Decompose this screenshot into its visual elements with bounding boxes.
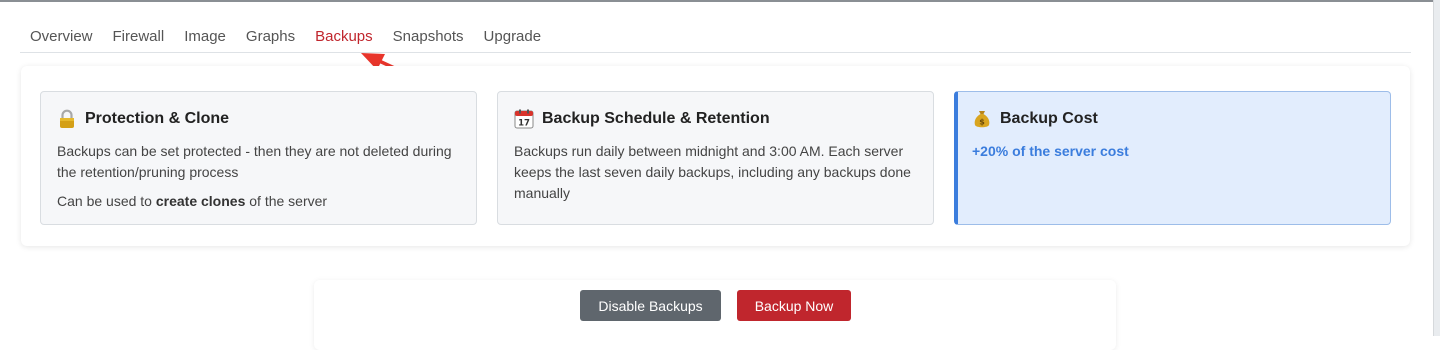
window-top-strip bbox=[0, 0, 1440, 2]
protection-clone-note: Can be used to create clones of the serv… bbox=[57, 191, 460, 212]
lock-icon bbox=[57, 109, 77, 129]
backup-info-panel: Protection & Clone Backups can be set pr… bbox=[21, 66, 1410, 246]
schedule-description: Backups run daily between midnight and 3… bbox=[514, 143, 911, 201]
money-bag-icon: $ bbox=[972, 109, 992, 129]
window-right-edge bbox=[1433, 0, 1440, 336]
disable-backups-button[interactable]: Disable Backups bbox=[580, 290, 721, 321]
cost-value: +20% of the server cost bbox=[972, 143, 1129, 159]
cost-card: $ Backup Cost +20% of the server cost bbox=[954, 91, 1391, 225]
clone-note-bold: create clones bbox=[155, 193, 246, 209]
schedule-card: 17 Backup Schedule & Retention Backups r… bbox=[497, 91, 934, 225]
tab-bar: Overview Firewall Image Graphs Backups S… bbox=[20, 22, 1411, 53]
backup-actions-panel: Disable Backups Backup Now bbox=[314, 280, 1116, 350]
schedule-card-title: 17 Backup Schedule & Retention bbox=[514, 109, 917, 129]
tab-graphs[interactable]: Graphs bbox=[236, 22, 305, 45]
protection-description: Backups can be set protected - then they… bbox=[57, 143, 452, 180]
schedule-title-text: Backup Schedule & Retention bbox=[542, 110, 770, 127]
calendar-icon: 17 bbox=[514, 109, 534, 129]
tab-overview[interactable]: Overview bbox=[20, 22, 103, 45]
cost-card-title: $ Backup Cost bbox=[972, 109, 1374, 129]
cost-title-text: Backup Cost bbox=[1000, 110, 1098, 127]
tab-snapshots[interactable]: Snapshots bbox=[383, 22, 474, 45]
tab-image[interactable]: Image bbox=[174, 22, 236, 45]
backup-now-button[interactable]: Backup Now bbox=[737, 290, 851, 321]
svg-text:17: 17 bbox=[518, 119, 530, 129]
tab-firewall[interactable]: Firewall bbox=[103, 22, 175, 45]
svg-text:$: $ bbox=[979, 118, 985, 127]
protection-title-text: Protection & Clone bbox=[85, 110, 230, 127]
tab-backups[interactable]: Backups bbox=[305, 22, 383, 45]
window: Overview Firewall Image Graphs Backups S… bbox=[0, 0, 1440, 350]
protection-card-title: Protection & Clone bbox=[57, 109, 460, 129]
tab-upgrade[interactable]: Upgrade bbox=[474, 22, 552, 45]
clone-note-prefix: Can be used to bbox=[57, 193, 156, 209]
protection-card: Protection & Clone Backups can be set pr… bbox=[40, 91, 477, 225]
clone-note-suffix: of the server bbox=[245, 193, 328, 209]
